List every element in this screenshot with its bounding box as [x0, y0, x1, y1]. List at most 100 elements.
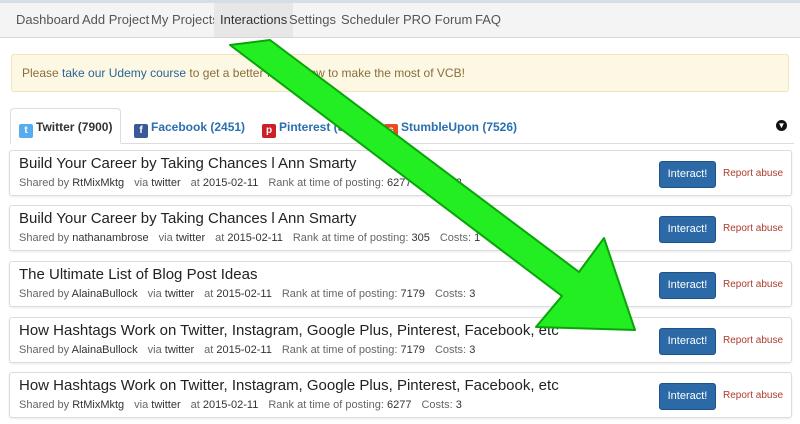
item-costs: 1 — [474, 232, 481, 244]
shared-by-label: Shared by — [19, 288, 70, 300]
facebook-icon: f — [134, 124, 148, 138]
interact-button[interactable]: Interact! — [659, 272, 716, 299]
list-item: Build Your Career by Taking Chances l An… — [9, 150, 792, 196]
tab-twitter[interactable]: t Twitter (7900) — [10, 108, 121, 144]
report-abuse-link[interactable]: Report abuse — [723, 335, 783, 346]
item-title[interactable]: The Ultimate List of Blog Post Ideas — [19, 266, 257, 283]
item-meta: Shared by AlainaBullock via twitter at 201… — [19, 344, 475, 356]
via-label: via — [147, 288, 162, 300]
at-label: at — [204, 288, 214, 300]
item-user[interactable]: AlainaBullock — [72, 344, 138, 356]
udemy-course-link[interactable]: take our Udemy course — [62, 66, 186, 80]
tab-facebook-label: Facebook (2451) — [151, 120, 246, 134]
shared-by-label: Shared by — [19, 344, 70, 356]
nav-interactions[interactable]: Interactions — [214, 3, 294, 37]
via-label: via — [147, 344, 162, 356]
nav-faq[interactable]: FAQ — [475, 12, 501, 27]
via-label: via — [134, 177, 149, 189]
item-date: 2015-02-11 — [202, 399, 259, 411]
item-user[interactable]: RtMixMktg — [72, 177, 124, 189]
item-rank: 6277 — [386, 177, 412, 189]
tab-stumbleupon-label: StumbleUpon (7526) — [401, 120, 518, 134]
shared-by-label: Shared by — [19, 177, 70, 189]
alert-suffix: to get a better feel of how to make the … — [186, 66, 465, 80]
nav-add-project[interactable]: Add Project — [82, 12, 149, 27]
item-meta: Shared by RtMixMktg via twitter at 2015-02… — [19, 177, 462, 189]
item-meta: Shared by RtMixMktg via twitter at 2015-02… — [19, 399, 462, 411]
item-title[interactable]: How Hashtags Work on Twitter, Instagram,… — [19, 322, 559, 339]
at-label: at — [204, 344, 214, 356]
item-costs: 3 — [469, 344, 476, 356]
at-label: at — [215, 232, 225, 244]
item-date: 2015-02-11 — [216, 344, 272, 356]
at-label: at — [190, 399, 200, 411]
item-meta: Shared by AlainaBullock via twitter at 201… — [19, 288, 475, 300]
item-network: twitter — [151, 399, 181, 411]
report-abuse-link[interactable]: Report abuse — [723, 223, 783, 234]
item-rank: 7179 — [400, 288, 425, 300]
costs-label: Costs: — [434, 344, 467, 356]
rank-label: Rank at time of posting: — [281, 344, 398, 356]
chevron-down-icon[interactable]: ▼ — [776, 120, 787, 131]
main-navbar: Dashboard Add Project My Projects Intera… — [0, 3, 800, 38]
rank-label: Rank at time of posting: — [281, 288, 398, 300]
item-user[interactable]: nathanambrose — [72, 232, 148, 244]
item-meta: Shared by nathanambrose via twitter at 201… — [19, 232, 480, 244]
item-date: 2015-02-11 — [227, 232, 283, 244]
costs-label: Costs: — [421, 399, 453, 411]
list-item: How Hashtags Work on Twitter, Instagram,… — [9, 372, 792, 418]
rank-label: Rank at time of posting: — [292, 232, 409, 244]
item-title[interactable]: How Hashtags Work on Twitter, Instagram,… — [19, 377, 559, 394]
tab-twitter-label: Twitter (7900) — [36, 120, 113, 134]
item-network: twitter — [164, 344, 195, 356]
stumbleupon-icon: s — [384, 124, 398, 138]
shared-by-label: Shared by — [19, 232, 70, 244]
item-network: twitter — [164, 288, 195, 300]
tab-pinterest-label: Pinterest (3 — [279, 120, 345, 134]
alert-prefix: Please — [22, 66, 63, 80]
pinterest-icon: p — [262, 124, 276, 138]
list-item: The Ultimate List of Blog Post Ideas Sha… — [9, 261, 792, 307]
rank-label: Rank at time of posting: — [268, 399, 384, 411]
nav-scheduler[interactable]: Scheduler — [341, 12, 400, 27]
item-rank: 7179 — [400, 344, 425, 356]
interact-button[interactable]: Interact! — [659, 328, 716, 355]
item-title[interactable]: Build Your Career by Taking Chances l An… — [19, 210, 356, 227]
report-abuse-link[interactable]: Report abuse — [723, 168, 783, 179]
interact-button[interactable]: Interact! — [659, 216, 716, 243]
rank-label: Rank at time of posting: — [268, 177, 384, 189]
item-title[interactable]: Build Your Career by Taking Chances l An… — [19, 155, 356, 172]
item-costs: 3 — [469, 288, 476, 300]
list-item: Build Your Career by Taking Chances l An… — [9, 205, 792, 251]
list-item: How Hashtags Work on Twitter, Instagram,… — [9, 317, 792, 363]
item-date: 2015-02-11 — [202, 177, 259, 189]
interact-button[interactable]: Interact! — [659, 383, 716, 410]
costs-label: Costs: — [439, 232, 472, 244]
item-network: twitter — [175, 232, 206, 244]
item-user[interactable]: RtMixMktg — [72, 399, 124, 411]
item-costs: 3 — [455, 177, 462, 189]
item-user[interactable]: AlainaBullock — [72, 288, 138, 300]
nav-pro-forum[interactable]: PRO Forum — [403, 12, 472, 27]
tab-pinterest[interactable]: p Pinterest (3 — [262, 111, 344, 143]
item-date: 2015-02-11 — [216, 288, 272, 300]
report-abuse-link[interactable]: Report abuse — [723, 390, 783, 401]
item-costs: 3 — [455, 399, 462, 411]
tab-facebook[interactable]: f Facebook (2451) — [134, 111, 245, 143]
via-label: via — [134, 399, 149, 411]
nav-dashboard[interactable]: Dashboard — [16, 12, 80, 27]
costs-label: Costs: — [434, 288, 467, 300]
at-label: at — [190, 177, 200, 189]
costs-label: Costs: — [421, 177, 453, 189]
twitter-icon: t — [19, 124, 33, 138]
tab-stumbleupon[interactable]: s StumbleUpon (7526) — [384, 111, 517, 143]
shared-by-label: Shared by — [19, 399, 70, 411]
item-network: twitter — [151, 177, 181, 189]
nav-my-projects[interactable]: My Projects — [151, 12, 219, 27]
udemy-alert: Please take our Udemy course to get a be… — [11, 54, 789, 92]
nav-settings[interactable]: Settings — [289, 12, 336, 27]
interact-button[interactable]: Interact! — [659, 161, 716, 188]
item-rank: 305 — [411, 232, 430, 244]
tab-divider — [10, 143, 794, 144]
report-abuse-link[interactable]: Report abuse — [723, 279, 783, 290]
